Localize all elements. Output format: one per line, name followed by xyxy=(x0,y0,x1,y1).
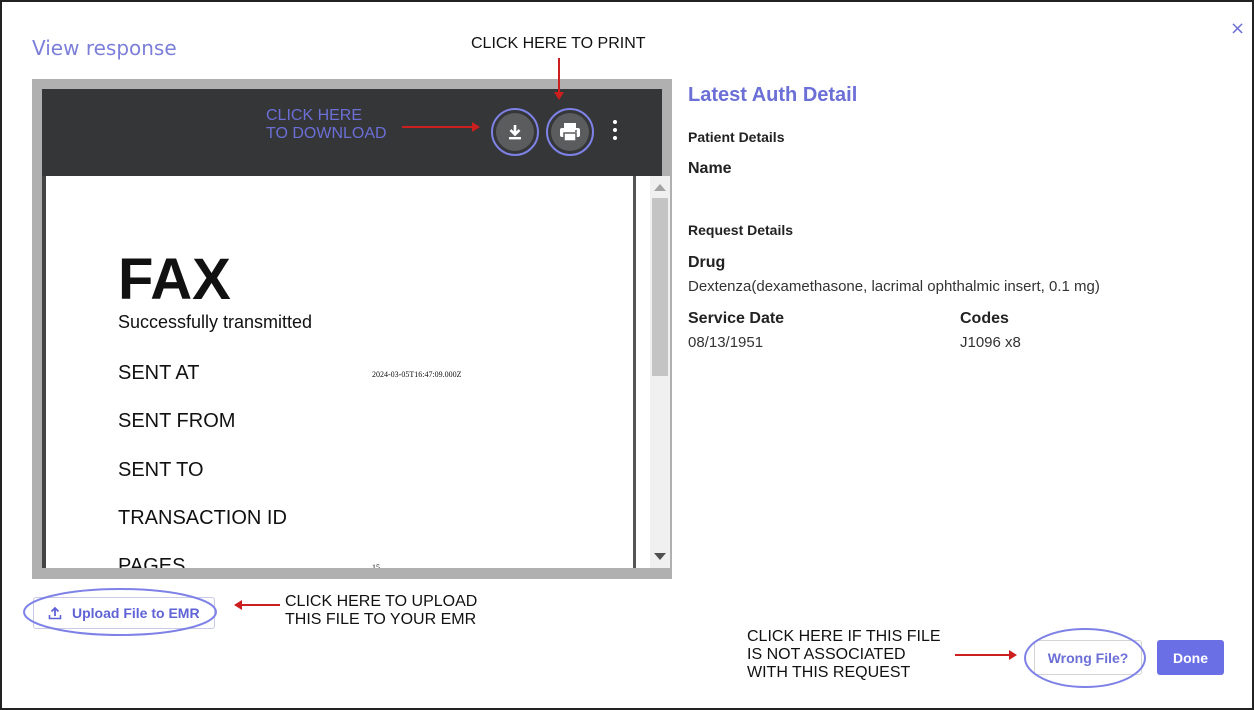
scroll-up-icon[interactable] xyxy=(654,184,666,191)
document-viewport[interactable]: FAX Successfully transmitted SENT AT 202… xyxy=(42,176,670,568)
codes-value: J1096 x8 xyxy=(960,334,1021,351)
download-annotation: CLICK HERE TO DOWNLOAD xyxy=(266,107,387,142)
pdf-viewer: FAX Successfully transmitted SENT AT 202… xyxy=(32,79,672,579)
fax-row-value: 2024-03-05T16:47:09.000Z xyxy=(372,370,462,379)
fax-subheading: Successfully transmitted xyxy=(118,312,313,332)
scroll-thumb[interactable] xyxy=(652,198,668,376)
dialog-title: View response xyxy=(32,36,177,60)
codes-label: Codes xyxy=(960,310,1009,327)
vertical-scrollbar[interactable] xyxy=(650,176,670,568)
annotation-arrow xyxy=(554,58,564,100)
name-label: Name xyxy=(688,160,732,177)
download-highlight-ring xyxy=(491,108,539,156)
wrong-file-annotation: CLICK HERE IF THIS FILE IS NOT ASSOCIATE… xyxy=(747,628,941,681)
fax-heading: FAX xyxy=(118,247,231,312)
done-label: Done xyxy=(1173,649,1208,666)
done-button[interactable]: Done xyxy=(1157,640,1224,675)
upload-highlight-ring xyxy=(23,588,217,636)
service-date-label: Service Date xyxy=(688,310,785,327)
request-details-heading: Request Details xyxy=(688,222,794,238)
scroll-down-icon[interactable] xyxy=(654,553,666,560)
fax-row-label: SENT FROM xyxy=(118,410,236,432)
patient-details-heading: Patient Details xyxy=(688,129,785,145)
annotation-arrow xyxy=(402,122,480,132)
annotation-arrow xyxy=(234,600,280,610)
upload-annotation: CLICK HERE TO UPLOAD THIS FILE TO YOUR E… xyxy=(285,593,478,628)
more-vert-icon[interactable] xyxy=(610,117,620,145)
print-annotation: CLICK HERE TO PRINT xyxy=(471,35,646,52)
fax-row-label: PAGES xyxy=(118,555,186,568)
fax-row-label: SENT TO xyxy=(118,459,204,481)
dialog: View response × FAX Successfully transmi… xyxy=(0,0,1254,710)
fax-page: FAX Successfully transmitted SENT AT 202… xyxy=(50,176,636,568)
print-highlight-ring xyxy=(546,108,594,156)
drug-value: Dextenza(dexamethasone, lacrimal ophthal… xyxy=(688,278,1100,295)
service-date-value: 08/13/1951 xyxy=(688,334,764,351)
close-icon[interactable]: × xyxy=(1230,18,1245,39)
fax-row-value: 15 xyxy=(372,563,380,568)
auth-detail-title: Latest Auth Detail xyxy=(688,84,858,106)
drug-label: Drug xyxy=(688,254,726,271)
wrong-file-highlight-ring xyxy=(1024,628,1146,688)
annotation-arrow xyxy=(955,650,1017,660)
fax-row-label: TRANSACTION ID xyxy=(118,507,287,529)
fax-row-label: SENT AT xyxy=(118,362,200,384)
